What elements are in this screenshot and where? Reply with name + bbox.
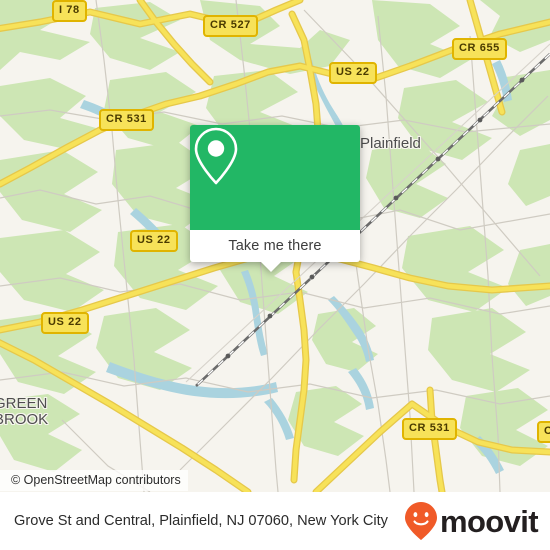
moovit-brand[interactable]: moovit bbox=[404, 501, 550, 541]
bottom-info-bar: Grove St and Central, Plainfield, NJ 070… bbox=[0, 492, 550, 550]
road-shield-cr527: CR 527 bbox=[203, 15, 258, 37]
destination-popup-card[interactable]: Take me there bbox=[190, 125, 360, 272]
popup-header bbox=[190, 125, 360, 230]
take-me-there-label: Take me there bbox=[228, 238, 322, 254]
map-canvas[interactable]: I 78 CR 527 CR 655 US 22 CR 531 US 22 US… bbox=[0, 0, 550, 492]
place-label-green-brook: GREENBROOK bbox=[0, 395, 49, 428]
road-shield-us22-north: US 22 bbox=[329, 62, 377, 84]
address-text: Grove St and Central, Plainfield, NJ 070… bbox=[14, 512, 388, 529]
place-label-plainfield: Plainfield bbox=[360, 135, 421, 152]
road-shield-us22-mid: US 22 bbox=[130, 230, 178, 252]
map-screenshot: I 78 CR 527 CR 655 US 22 CR 531 US 22 US… bbox=[0, 0, 550, 550]
map-pin-icon bbox=[194, 127, 238, 185]
popup-pointer-tail bbox=[260, 261, 282, 272]
road-shield-cr-edge: CR bbox=[537, 421, 550, 443]
moovit-wordmark: moovit bbox=[439, 503, 539, 539]
osm-attribution[interactable]: © OpenStreetMap contributors bbox=[0, 470, 188, 491]
road-shield-us22-west: US 22 bbox=[41, 312, 89, 334]
take-me-there-button[interactable]: Take me there bbox=[190, 230, 360, 262]
moovit-pin-smiley-icon bbox=[404, 502, 437, 540]
road-shield-cr531-north: CR 531 bbox=[99, 109, 154, 131]
road-shield-cr531-south: CR 531 bbox=[402, 418, 457, 440]
road-shield-cr655: CR 655 bbox=[452, 38, 507, 60]
road-shield-i78: I 78 bbox=[52, 0, 87, 22]
